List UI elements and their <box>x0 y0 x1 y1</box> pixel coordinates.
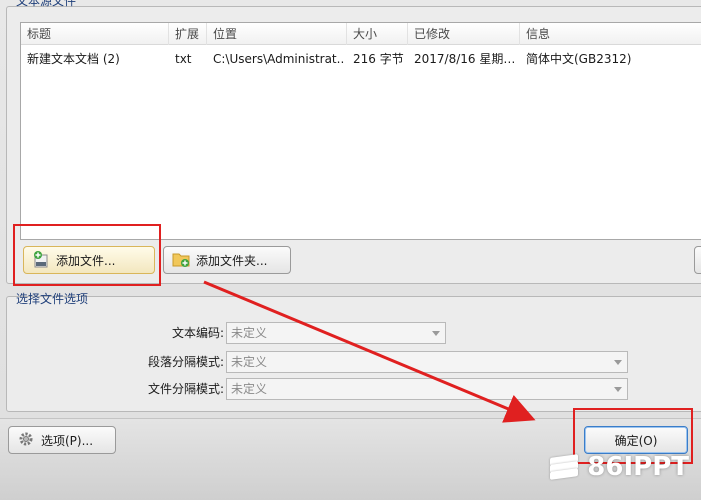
watermark-text: 86IPPT <box>587 452 689 482</box>
add-folder-icon <box>172 251 190 270</box>
column-header-modified[interactable]: 已修改 <box>408 23 520 45</box>
paragraph-mode-label: 段落分隔模式: <box>147 355 224 369</box>
source-files-group-title: 文本源文件 <box>16 0 77 8</box>
file-ext-cell: txt <box>175 52 192 66</box>
file-title-cell: 新建文本文档 (2) <box>27 52 120 66</box>
column-header-size[interactable]: 大小 <box>347 23 408 45</box>
text-source-dialog: 文本源文件 标题 扩展 位置 大小 已修改 信息 新建文本文档 (2) txt … <box>0 0 701 500</box>
file-options-group-title: 选择文件选项 <box>16 292 89 306</box>
gear-icon <box>17 430 35 451</box>
options-button[interactable]: 选项(P)... <box>8 426 116 454</box>
file-location-cell: C:\Users\Administrat.. <box>213 52 345 66</box>
encoding-label: 文本编码: <box>171 326 224 340</box>
layers-icon <box>547 454 581 480</box>
file-info-cell: 简体中文(GB2312) <box>526 52 632 66</box>
annotation-box-add-file <box>13 224 161 286</box>
add-folder-button[interactable]: 添加文件夹... <box>163 246 291 274</box>
add-folder-label: 添加文件夹... <box>196 253 268 268</box>
chevron-down-icon <box>614 387 622 392</box>
encoding-select[interactable]: 未定义 <box>226 322 446 344</box>
file-list-header: 标题 扩展 位置 大小 已修改 信息 <box>21 23 701 45</box>
column-header-location[interactable]: 位置 <box>207 23 347 45</box>
file-list[interactable]: 标题 扩展 位置 大小 已修改 信息 新建文本文档 (2) txt C:\Use… <box>20 22 701 240</box>
chevron-down-icon <box>614 360 622 365</box>
column-header-title[interactable]: 标题 <box>21 23 169 45</box>
file-split-mode-select[interactable]: 未定义 <box>226 378 628 400</box>
side-button-partial[interactable] <box>694 246 701 274</box>
chevron-down-icon <box>432 331 440 336</box>
file-row[interactable]: 新建文本文档 (2) txt C:\Users\Administrat.. 21… <box>21 49 701 69</box>
file-size-cell: 216 字节 <box>353 52 404 66</box>
options-button-label: 选项(P)... <box>41 433 94 448</box>
paragraph-mode-select-value: 未定义 <box>231 355 268 369</box>
encoding-select-value: 未定义 <box>231 326 268 340</box>
file-split-mode-select-value: 未定义 <box>231 382 268 396</box>
column-header-info[interactable]: 信息 <box>520 23 701 45</box>
column-header-ext[interactable]: 扩展 <box>169 23 207 45</box>
watermark-logo: 86IPPT <box>547 452 689 482</box>
file-split-mode-label: 文件分隔模式: <box>147 382 224 396</box>
file-modified-cell: 2017/8/16 星期三.. <box>414 52 520 66</box>
paragraph-mode-select[interactable]: 未定义 <box>226 351 628 373</box>
